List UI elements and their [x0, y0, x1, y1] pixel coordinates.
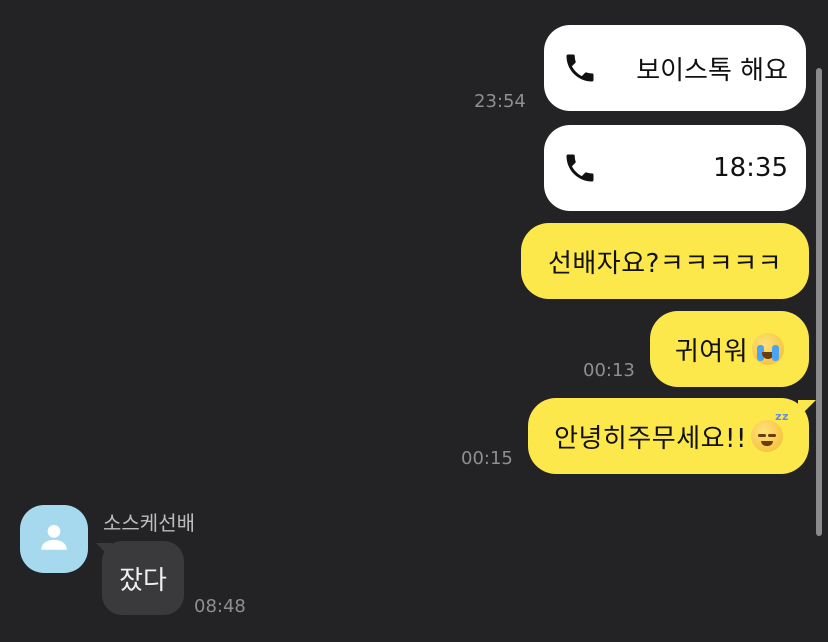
voice-call-bubble[interactable]: 보이스톡 해요	[544, 25, 806, 111]
timestamp: 23:54	[474, 91, 526, 112]
my-message-bubble[interactable]: 안녕히주무세요!! zz	[528, 398, 809, 474]
message-text: 안녕히주무세요!!	[554, 423, 747, 454]
their-message-bubble[interactable]: 잤다	[102, 541, 184, 615]
voice-call-label: 보이스톡 해요	[636, 55, 788, 86]
my-message-bubble[interactable]: 선배자요?ㅋㅋㅋㅋㅋ	[521, 223, 809, 299]
message-text: 선배자요?ㅋㅋㅋㅋㅋ	[547, 248, 783, 279]
message-text: 귀여워	[674, 336, 749, 367]
call-duration-bubble[interactable]: 18:35	[544, 125, 806, 211]
timestamp: 00:13	[583, 360, 635, 381]
loudly-crying-face-emoji	[752, 333, 785, 365]
my-message-bubble[interactable]: 귀여워	[650, 311, 809, 387]
timestamp: 08:48	[194, 596, 246, 617]
sleeping-face-emoji: zz	[750, 410, 788, 452]
avatar[interactable]	[20, 505, 88, 573]
timestamp: 00:15	[461, 448, 513, 469]
message-text: 잤다	[119, 565, 167, 596]
phone-icon	[562, 150, 598, 186]
scrollbar[interactable]	[816, 68, 822, 536]
phone-icon	[562, 50, 598, 86]
sender-name: 소스케선배	[103, 511, 195, 535]
call-duration-label: 18:35	[713, 153, 788, 183]
person-icon	[37, 520, 71, 558]
